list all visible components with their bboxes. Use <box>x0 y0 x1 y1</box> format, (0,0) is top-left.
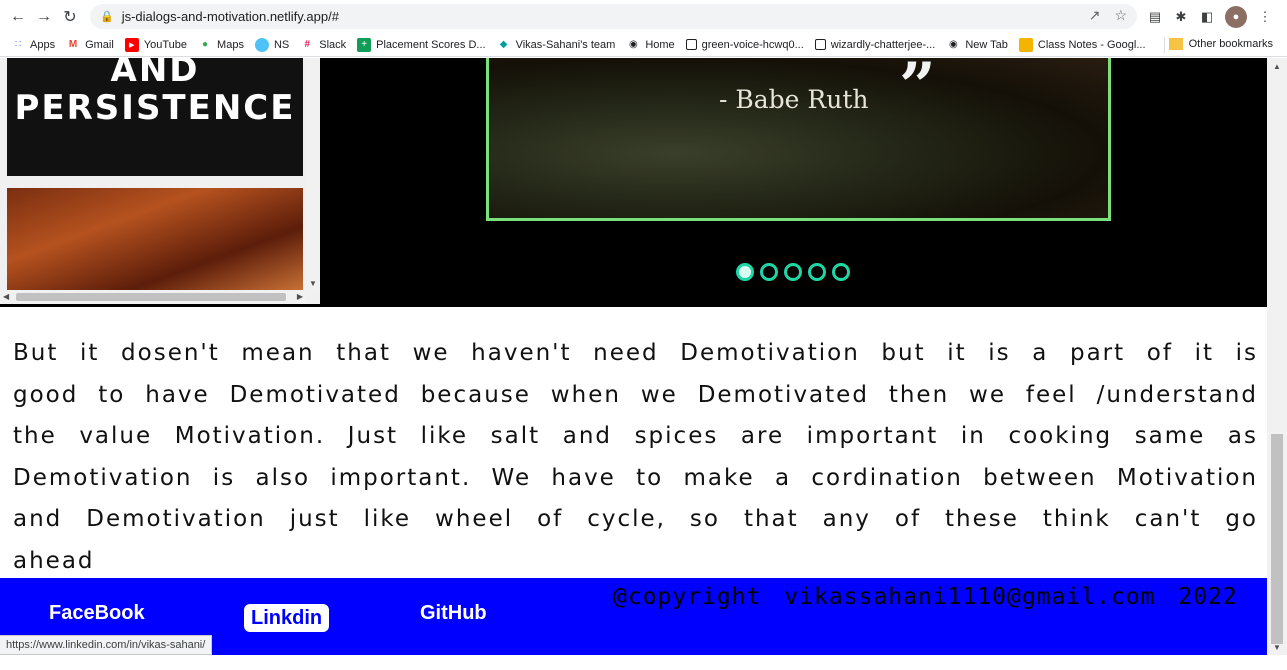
bookmark-wizardly-chatterjee[interactable]: wizardly-chatterjee-... <box>814 39 935 51</box>
motivation-image-card <box>7 188 303 290</box>
bookmarks-divider <box>1164 37 1165 53</box>
bookmark-placement-scores[interactable]: + Placement Scores D... <box>357 37 486 52</box>
bookmark-apps[interactable]: ∷ Apps <box>11 38 55 52</box>
scroll-down-arrow-icon[interactable]: ▼ <box>1273 643 1281 652</box>
diamond-icon: ◆ <box>499 39 508 50</box>
sheets-icon: + <box>357 37 372 52</box>
card-line-1: AND <box>110 58 200 90</box>
slider-dot-5[interactable] <box>832 263 850 281</box>
slider-dot-4[interactable] <box>808 263 826 281</box>
forward-icon[interactable]: → <box>31 4 57 30</box>
window-bottom-edge <box>0 655 1287 670</box>
hero-section: AND PERSISTENCE ▼ ◀ ▶ - Babe Ruth ” <box>0 58 1267 307</box>
bookmark-class-notes[interactable]: Class Notes - Googl... <box>1018 37 1146 52</box>
linkedin-link[interactable]: Linkdin <box>244 604 330 632</box>
bookmark-maps[interactable]: ● Maps <box>198 38 244 52</box>
article-paragraph: But it dosen't mean that we haven't need… <box>13 340 1258 574</box>
bookmark-new-tab[interactable]: ◉ New Tab <box>946 38 1008 52</box>
ns-icon <box>254 37 269 52</box>
calendar-extension-icon[interactable]: ▤ <box>1147 9 1163 25</box>
bookmarks-bar: ∷ Apps M Gmail ▶ YouTube ● Maps NS # Slack + P… <box>0 33 1287 57</box>
bookmark-gmail[interactable]: M Gmail <box>66 38 114 52</box>
page-viewport: AND PERSISTENCE ▼ ◀ ▶ - Babe Ruth ” But … <box>0 58 1267 655</box>
slider-dot-1[interactable] <box>736 263 754 281</box>
slides-icon <box>1018 37 1033 52</box>
link-status-bubble: https://www.linkedin.com/in/vikas-sahani… <box>0 635 213 655</box>
url-text: js-dialogs-and-motivation.netlify.app/# <box>121 9 339 24</box>
scroll-left-arrow-icon[interactable]: ◀ <box>3 292 9 301</box>
address-bar[interactable]: 🔒 js-dialogs-and-motivation.netlify.app/… <box>90 4 1137 29</box>
bookmark-home[interactable]: ◉ Home <box>626 38 675 52</box>
slack-icon: # <box>304 39 311 50</box>
card-line-2: PERSISTENCE <box>14 88 296 128</box>
folder-icon <box>1168 38 1183 50</box>
bookmark-ns[interactable]: NS <box>254 37 289 52</box>
globe-icon: ◉ <box>948 39 958 50</box>
slider-dots <box>736 263 850 281</box>
page-icon <box>814 39 826 50</box>
maps-pin-icon: ● <box>202 39 209 50</box>
panel-vertical-scrollbar[interactable]: ▼ <box>306 58 320 290</box>
lock-icon: 🔒 <box>100 11 114 23</box>
bookmark-vikas-team[interactable]: ◆ Vikas-Sahani's team <box>497 38 616 52</box>
panel-scroll-thumb[interactable] <box>16 293 286 301</box>
menu-dots-icon[interactable]: ⋮ <box>1257 9 1273 25</box>
persistence-image-card: AND PERSISTENCE <box>7 58 303 176</box>
bookmark-youtube[interactable]: ▶ YouTube <box>124 37 187 52</box>
gmail-icon: M <box>68 39 78 50</box>
quote-author: - Babe Ruth <box>719 85 869 114</box>
globe-icon: ◉ <box>628 39 638 50</box>
reload-icon[interactable]: ↻ <box>57 4 83 30</box>
page-scroll-thumb[interactable] <box>1271 434 1283 644</box>
bookmark-star-icon[interactable]: ☆ <box>1114 7 1127 24</box>
closing-quote-mark: ” <box>899 58 936 124</box>
page-scrollbar[interactable]: ▲ ▼ <box>1267 58 1287 655</box>
other-bookmarks[interactable]: Other bookmarks <box>1168 38 1273 50</box>
bookmark-slack[interactable]: # Slack <box>300 38 346 52</box>
scroll-up-arrow-icon[interactable]: ▲ <box>1273 62 1281 71</box>
back-icon[interactable]: ← <box>5 4 31 30</box>
panel-horizontal-scrollbar[interactable]: ◀ ▶ <box>0 290 306 304</box>
quote-slide: - Babe Ruth ” <box>486 58 1111 221</box>
page-icon <box>685 39 697 50</box>
side-panel-icon[interactable]: ◧ <box>1199 9 1215 25</box>
browser-toolbar: ← → ↻ 🔒 js-dialogs-and-motivation.netlif… <box>0 0 1287 33</box>
copyright-text: @copyright vikassahani1110@gmail.com 202… <box>613 584 1238 610</box>
facebook-link[interactable]: FaceBook <box>49 602 145 625</box>
extensions-puzzle-icon[interactable]: ✱ <box>1173 9 1189 25</box>
bookmark-green-voice[interactable]: green-voice-hcwq0... <box>685 39 804 51</box>
github-link[interactable]: GitHub <box>420 602 487 625</box>
apps-grid-icon: ∷ <box>14 39 22 50</box>
profile-avatar[interactable]: ● <box>1225 6 1247 28</box>
slider-dot-3[interactable] <box>784 263 802 281</box>
slider-dot-2[interactable] <box>760 263 778 281</box>
scroll-down-arrow-icon[interactable]: ▼ <box>309 279 317 288</box>
image-scroll-panel[interactable]: AND PERSISTENCE ▼ ◀ ▶ <box>0 58 320 304</box>
youtube-icon: ▶ <box>124 37 139 52</box>
share-icon[interactable]: ↗ <box>1089 7 1101 24</box>
scroll-right-arrow-icon[interactable]: ▶ <box>297 292 303 301</box>
